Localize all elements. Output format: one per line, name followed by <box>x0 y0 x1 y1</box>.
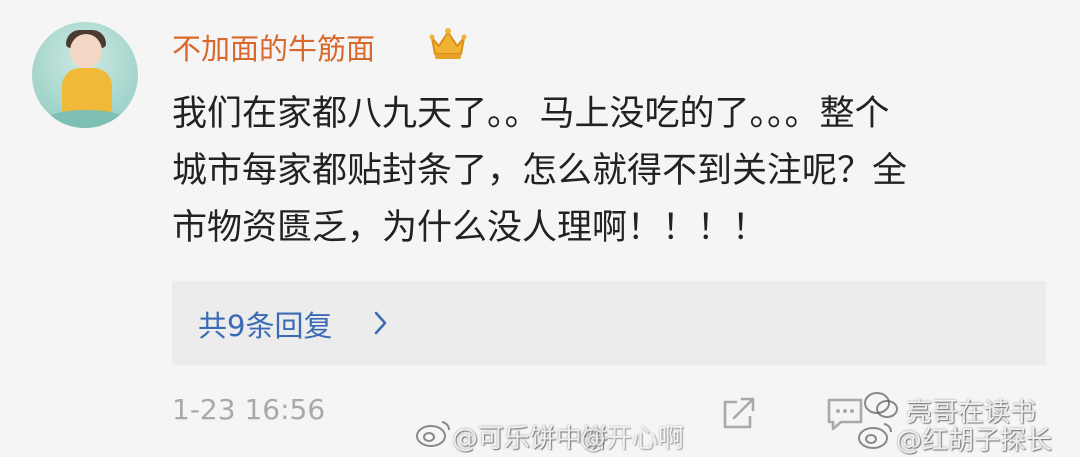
comment-timestamp: 1-23 16:56 <box>172 393 326 426</box>
wechat-watermark-logo-icon <box>864 392 898 418</box>
weibo-watermark-logo-icon <box>858 423 893 449</box>
view-replies-link[interactable]: 共9条回复 <box>198 303 332 345</box>
watermark-right-bottom: @红胡子探长 <box>896 426 1053 456</box>
comment-line: 我们在家都八九天了。。马上没吃的了。。。整个 <box>172 94 890 134</box>
crown-icon <box>429 28 467 59</box>
replies-panel[interactable]: 共9条回复 <box>172 281 1046 365</box>
comment-line: 城市每家都贴封条了，怎么就得不到关注呢？全 <box>172 151 908 191</box>
weibo-watermark-logo-icon <box>416 421 451 447</box>
user-avatar[interactable] <box>32 22 138 128</box>
comment-text: 我们在家都八九天了。。马上没吃的了。。。整个 城市每家都贴封条了，怎么就得不到关… <box>172 86 1032 257</box>
avatar-face <box>70 34 102 68</box>
avatar-base <box>46 110 126 128</box>
share-icon[interactable] <box>720 396 758 432</box>
chevron-right-icon <box>374 311 387 335</box>
watermark-overlap: @开心啊 <box>580 424 685 454</box>
comment-line: 市物资匮乏，为什么没人理啊！！！！ <box>172 208 768 248</box>
username-link[interactable]: 不加面的牛筋面 <box>172 26 375 68</box>
